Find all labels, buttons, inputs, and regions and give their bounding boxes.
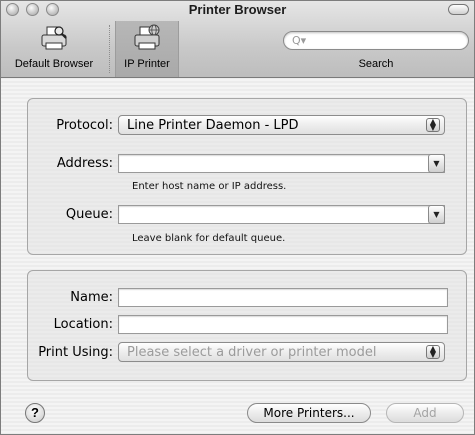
- queue-combo[interactable]: ▼: [118, 205, 445, 224]
- location-field[interactable]: [118, 315, 448, 334]
- address-label: Address:: [56, 156, 113, 171]
- popup-arrows-icon: ▲ ▼: [426, 118, 440, 132]
- name-label: Name:: [70, 290, 113, 305]
- toolbar-toggle-button[interactable]: [448, 4, 469, 15]
- print-using-popup[interactable]: Please select a driver or printer model …: [118, 342, 445, 362]
- protocol-popup[interactable]: Line Printer Daemon - LPD ▲ ▼: [118, 115, 445, 135]
- default-browser-printer-icon: [41, 26, 67, 50]
- address-hint: Enter host name or IP address.: [132, 181, 287, 192]
- ip-printer-label: IP Printer: [124, 58, 170, 70]
- print-using-label: Print Using:: [38, 345, 113, 360]
- default-browser-label: Default Browser: [14, 58, 94, 70]
- toolbar-separator: [109, 25, 110, 73]
- search-label: Search: [358, 58, 394, 70]
- toolbar-area: Printer Browser Default Browser IP Print…: [1, 1, 474, 78]
- queue-hint: Leave blank for default queue.: [132, 233, 286, 244]
- popup-arrows-icon: ▲ ▼: [426, 345, 440, 359]
- window-title: Printer Browser: [188, 2, 287, 17]
- queue-input[interactable]: [122, 207, 423, 222]
- help-button[interactable]: ?: [25, 403, 45, 423]
- print-using-value: Please select a driver or printer model: [127, 345, 377, 360]
- ip-printer-icon: [134, 24, 160, 50]
- add-button[interactable]: Add: [386, 403, 464, 423]
- protocol-label: Protocol:: [56, 118, 113, 133]
- toolbar-default-browser[interactable]: Default Browser: [3, 21, 105, 77]
- search-input[interactable]: [310, 33, 460, 48]
- printer-browser-window: Printer Browser Default Browser IP Print…: [0, 0, 475, 435]
- address-combo[interactable]: ▼: [118, 154, 445, 173]
- search-icon: Q▾: [292, 34, 307, 47]
- search-field[interactable]: Q▾: [283, 31, 469, 50]
- toolbar-ip-printer[interactable]: IP Printer: [115, 21, 179, 77]
- protocol-value: Line Printer Daemon - LPD: [127, 118, 299, 133]
- location-label: Location:: [53, 317, 113, 332]
- more-printers-button[interactable]: More Printers...: [247, 403, 371, 423]
- name-field[interactable]: [118, 288, 448, 307]
- name-input[interactable]: [122, 290, 444, 305]
- queue-dropdown-icon[interactable]: ▼: [428, 205, 445, 224]
- location-input[interactable]: [122, 317, 444, 332]
- address-input[interactable]: [122, 156, 423, 171]
- queue-label: Queue:: [65, 207, 113, 222]
- address-dropdown-icon[interactable]: ▼: [428, 154, 445, 173]
